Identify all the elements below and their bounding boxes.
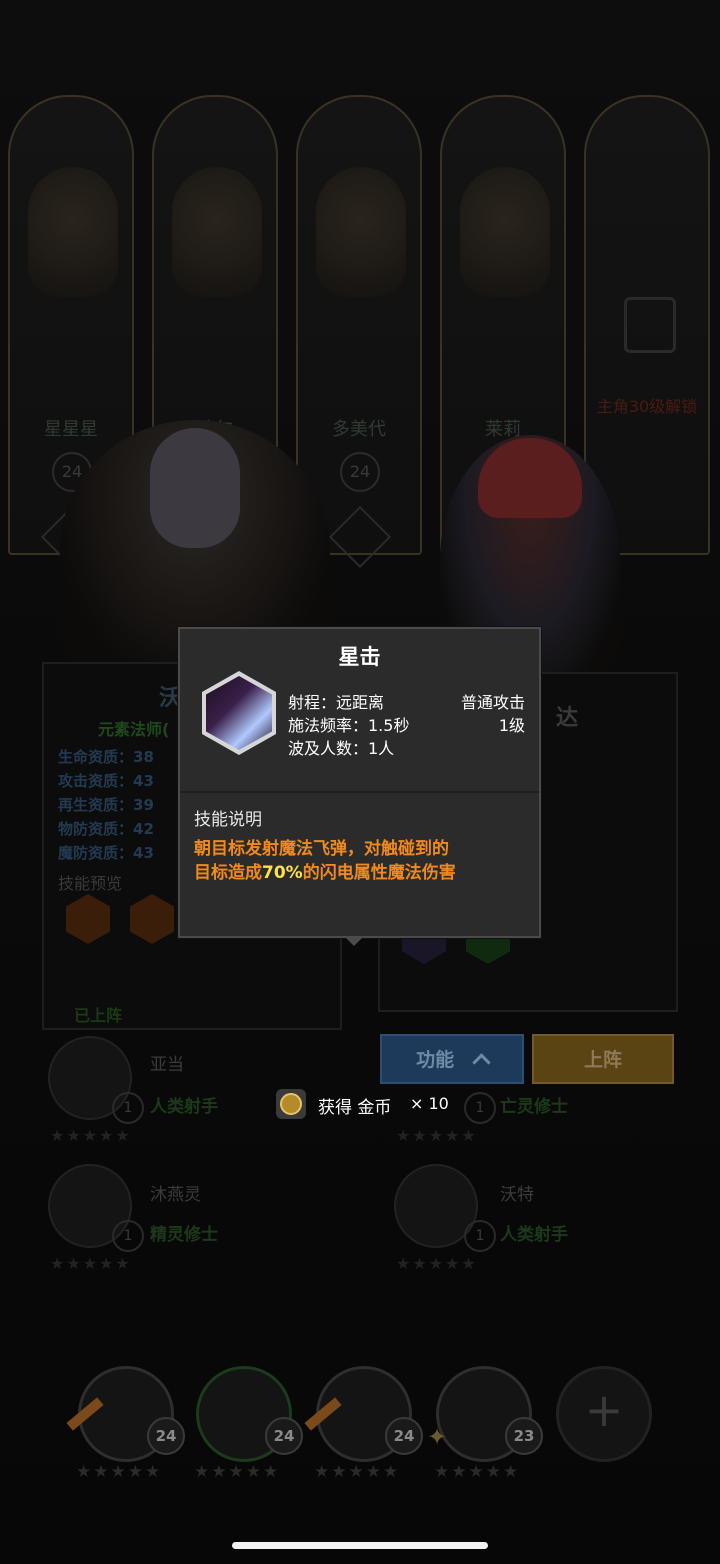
team-level-badge: 24 [385, 1417, 423, 1455]
hero-portrait [172, 167, 262, 297]
team-slot-1[interactable]: 24 [66, 1366, 185, 1462]
skill-targets: 波及人数：1人 [288, 739, 395, 758]
hero-name: 亚当 [150, 1055, 184, 1075]
star-burst-icon: ✦ [427, 1423, 448, 1451]
team-stars: ★★★★★ [76, 1462, 163, 1482]
stat-mdef: 魔防资质：43 [58, 844, 154, 862]
team-slot-3[interactable]: 24 [304, 1366, 423, 1462]
hero-class: 精灵修士 [150, 1225, 218, 1245]
team-level-badge: 24 [265, 1417, 303, 1455]
stat-hp: 生命资质：38 [58, 748, 154, 766]
desc-text: 目标造成 [194, 863, 262, 883]
star-rating: ★★★★★ [50, 1126, 132, 1145]
team-level-badge: 24 [147, 1417, 185, 1455]
skill-level: 1级 [498, 716, 525, 735]
hero-portrait [28, 167, 118, 297]
list-item-3[interactable]: 沐燕灵 1 精灵修士 ★★★★★ [40, 1164, 340, 1274]
list-item-1[interactable]: 亚当 1 人类射手 ★★★★★ [40, 1036, 340, 1146]
hero-name: 多美代 [332, 419, 386, 440]
hero-portrait [460, 167, 550, 297]
desc-text: 的闪电属性魔法伤害 [302, 863, 456, 883]
stat-pdef: 物防资质：42 [58, 820, 154, 838]
hero-level-badge: 1 [112, 1092, 144, 1124]
team-stars: ★★★★★ [314, 1462, 401, 1482]
team-slot-4[interactable]: ✦ 23 [427, 1366, 543, 1462]
skill-desc-line-1: 朝目标发射魔法飞弹，对触碰到的 [194, 839, 449, 859]
hero-name: 沃特 [500, 1185, 534, 1205]
skill-cast-rate: 施法频率：1.5秒 [288, 716, 410, 735]
hero-name: 星星星 [44, 419, 98, 440]
hero-class: 人类射手 [150, 1097, 218, 1117]
stat-regen: 再生资质：39 [58, 796, 154, 814]
top-roster-card-3[interactable]: 多美代 24 [296, 95, 422, 569]
list-item-2[interactable]: 1 亡灵修士 ★★★★★ [386, 1036, 686, 1146]
add-team-slot-button[interactable]: + [556, 1366, 652, 1462]
home-indicator[interactable] [232, 1542, 488, 1549]
skill-preview-label: 技能预览 [58, 874, 123, 893]
hero-face-mask [150, 428, 240, 548]
team-stars: ★★★★★ [434, 1462, 521, 1482]
hero-level-badge: 1 [112, 1220, 144, 1252]
desc-highlight-percent: 70% [262, 863, 303, 883]
star-rating: ★★★★★ [50, 1254, 132, 1273]
list-item-4[interactable]: 沃特 1 人类射手 ★★★★★ [386, 1164, 686, 1274]
hero-level-badge: 1 [464, 1220, 496, 1252]
skill-preview-icon-1[interactable] [66, 894, 110, 944]
hero-class: 人类射手 [500, 1225, 568, 1245]
hero-portrait [316, 167, 406, 297]
popup-pointer [344, 936, 364, 946]
skill-range: 射程：远距离 [288, 693, 385, 712]
unlock-hint: 主角30级解锁 [596, 397, 698, 416]
hero-level-badge: 1 [464, 1092, 496, 1124]
skill-description: 朝目标发射魔法飞弹，对触碰到的 目标造成70%的闪电属性魔法伤害 [194, 837, 524, 885]
skill-desc-line-2: 目标造成70%的闪电属性魔法伤害 [194, 861, 524, 885]
star-rating: ★★★★★ [396, 1126, 478, 1145]
divider [180, 791, 539, 793]
hero-class: 亡灵修士 [500, 1097, 568, 1117]
skill-attack-type: 普通攻击 [460, 693, 525, 712]
deployed-status: 已上阵 [74, 1006, 123, 1025]
skill-desc-header: 技能说明 [194, 810, 262, 830]
hero-name: 沐燕灵 [150, 1185, 201, 1205]
skill-preview-icon-2[interactable] [130, 894, 174, 944]
stat-atk: 攻击资质：43 [58, 772, 154, 790]
panel-title: 达 [556, 706, 579, 731]
star-rating: ★★★★★ [396, 1254, 478, 1273]
team-level-badge: 23 [505, 1417, 543, 1455]
lock-icon [624, 297, 676, 353]
class-label: 元素法师( [98, 720, 170, 739]
team-slot-2[interactable]: 24 [196, 1366, 303, 1462]
skill-tooltip-popup: 星击 射程：远距离 普通攻击 施法频率：1.5秒 1级 波及人数：1人 技能说明… [178, 627, 541, 938]
team-stars: ★★★★★ [194, 1462, 281, 1482]
hero-level-badge: 24 [340, 452, 380, 492]
plus-icon: + [584, 1383, 624, 1437]
skill-title: 星击 [338, 645, 381, 669]
